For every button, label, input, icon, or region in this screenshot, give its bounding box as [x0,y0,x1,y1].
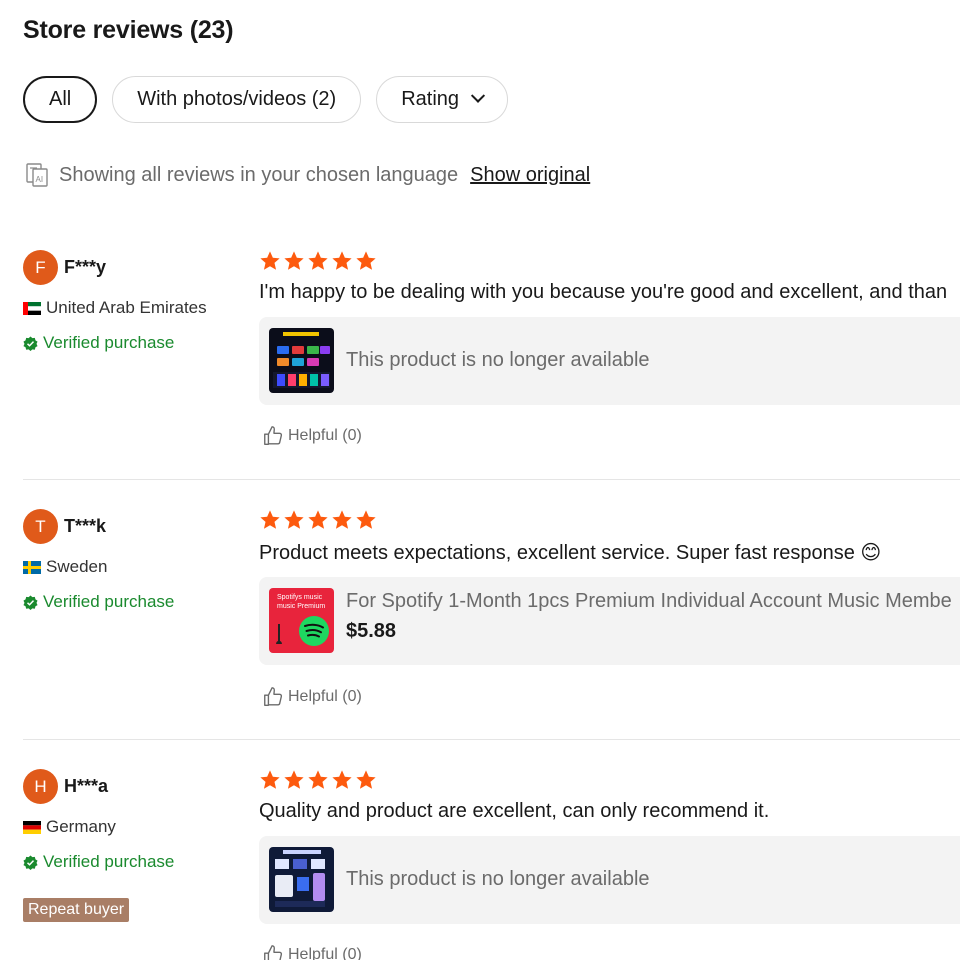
product-card[interactable]: This product is no longer available [259,317,960,405]
ai-translate-icon: AI [26,163,48,187]
svg-text:AI: AI [36,175,44,184]
product-price: $5.88 [346,620,397,642]
verified-label: Verified purchase [43,333,175,352]
verified-purchase: Verified purchase [23,592,174,612]
avatar: T [23,509,58,544]
verified-badge-icon [23,335,38,351]
review-text: I'm happy to be dealing with you because… [259,281,948,303]
helpful-label: Helpful (0) [288,427,362,444]
rating-dropdown-label: Rating [401,88,460,110]
thumbs-up-icon [264,426,283,445]
product-card[interactable]: This product is no longer available [259,836,960,924]
helpful-button[interactable]: Helpful (0) [262,944,362,960]
thumb-caption-2: music Premium [277,603,325,610]
verified-purchase: Verified purchase [23,852,174,872]
repeat-buyer-badge: Repeat buyer [23,898,130,922]
star-rating [259,769,377,791]
helpful-label: Helpful (0) [288,946,362,960]
reviewer-name: H***a [64,776,109,796]
star-icon [308,251,328,270]
thumbs-up-icon [264,945,283,960]
star-rating [259,250,377,272]
star-icon [332,510,352,529]
star-icon [284,770,304,789]
review-text: Product meets expectations, excellent se… [259,542,882,564]
show-original-link[interactable]: Show original [470,164,590,187]
reviewer-name: T***k [64,516,107,536]
star-icon [308,770,328,789]
product-title: For Spotify 1-Month 1pcs Premium Individ… [346,590,952,612]
filter-all-button[interactable]: All [23,76,98,123]
star-icon [308,510,328,529]
avatar: F [23,250,58,285]
country-name: United Arab Emirates [46,298,207,317]
review-text: Quality and product are excellent, can o… [259,800,770,822]
reviewer-country: United Arab Emirates [23,298,207,318]
verified-badge-icon [23,854,38,870]
divider [23,479,960,480]
star-icon [260,251,280,270]
avatar: H [23,769,58,804]
star-icon [284,510,304,529]
thumb-caption-1: Spotifys music [277,594,323,601]
chevron-down-icon [470,88,486,103]
helpful-button[interactable]: Helpful (0) [262,425,362,447]
verified-purchase: Verified purchase [23,333,174,353]
filter-rating-dropdown[interactable]: Rating [376,76,509,123]
page-title: Store reviews (23) [23,16,234,44]
germany-flag-icon [23,820,41,834]
divider [23,739,960,740]
filter-photos-videos-button[interactable]: With photos/videos (2) [112,76,362,123]
uae-flag-icon [23,301,41,315]
verified-label: Verified purchase [43,592,175,611]
product-thumbnail: Spotifys music music Premium [269,588,334,653]
country-name: Germany [46,817,116,836]
filter-bar: All With photos/videos (2) Rating [23,76,509,123]
reviewer-country: Germany [23,817,116,837]
star-icon [356,251,376,270]
helpful-label: Helpful (0) [288,688,362,705]
product-thumbnail [269,328,334,393]
verified-badge-icon [23,594,38,610]
star-icon [284,251,304,270]
product-card[interactable]: Spotifys music music Premium For Spotify… [259,577,960,665]
sweden-flag-icon [23,560,41,574]
product-unavailable-text: This product is no longer available [346,349,650,371]
translation-notice: AI Showing all reviews in your chosen la… [25,162,590,188]
translation-notice-text: Showing all reviews in your chosen langu… [59,163,459,186]
star-icon [260,510,280,529]
country-name: Sweden [46,557,108,576]
helpful-button[interactable]: Helpful (0) [262,686,362,708]
star-icon [356,770,376,789]
product-unavailable-text: This product is no longer available [346,868,650,890]
star-icon [332,251,352,270]
product-thumbnail [269,847,334,912]
verified-label: Verified purchase [43,852,175,871]
star-icon [332,770,352,789]
star-rating [259,509,377,531]
reviewer-name: F***y [64,257,107,277]
thumbs-up-icon [264,687,283,706]
star-icon [356,510,376,529]
star-icon [260,770,280,789]
reviewer-country: Sweden [23,557,107,577]
